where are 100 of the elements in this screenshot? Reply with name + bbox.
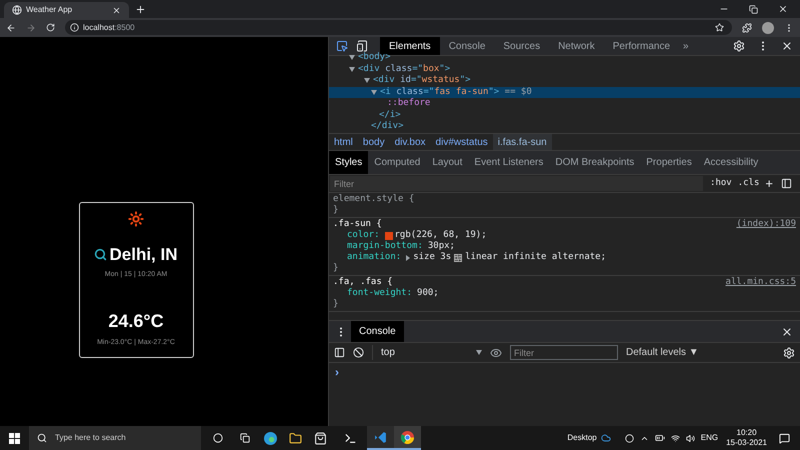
reload-icon[interactable] [46,23,55,32]
rule-selector: .fa-sun { [333,219,382,230]
settings-icon[interactable] [733,40,745,52]
class-toggle[interactable]: .cls [738,176,760,190]
temperature: 24.6°C [108,310,164,333]
search-placeholder: Type here to search [55,432,126,444]
taskbar-search-field[interactable]: Type here to search [29,426,201,450]
styles-tab[interactable]: Event Listeners [468,151,550,174]
property-name: animation: [347,252,402,263]
search-icon [37,433,47,443]
breadcrumb[interactable]: i.fas.fa-sun [492,134,552,150]
property-value: 900; [417,288,439,299]
store-icon[interactable] [314,432,327,444]
dom-node-text: <body> [358,52,391,64]
console-filter-field[interactable]: Filter [510,345,618,360]
hover-toggle[interactable]: :hov [710,176,732,190]
search-icon[interactable] [94,248,108,262]
close-icon[interactable] [781,40,793,52]
wifi-icon[interactable] [670,434,680,442]
close-drawer-icon[interactable] [781,326,793,338]
color-swatch[interactable] [384,232,393,240]
styles-tab[interactable]: Accessibility [698,151,764,174]
styles-filter-field[interactable]: Filter [330,176,704,191]
desktop-toolbar[interactable]: Desktop [567,432,597,444]
address-bar[interactable]: localhost:8500 [65,20,732,35]
cloud-icon[interactable] [600,433,611,443]
cortana-icon[interactable] [213,433,223,443]
chrome-taskbar-button[interactable] [394,426,421,450]
clock[interactable]: 10:20 15-03-2021 [726,428,767,448]
sun-icon [128,211,144,227]
extensions-icon[interactable] [742,22,752,32]
new-rule-button[interactable]: + [765,174,773,194]
devtools-tab[interactable]: Elements [380,37,440,55]
info-icon[interactable] [70,23,79,32]
notifications-icon[interactable] [779,432,790,444]
language-indicator[interactable]: ENG [700,432,718,444]
restore-icon[interactable] [749,5,758,14]
live-expression-icon[interactable] [490,346,502,358]
breadcrumb[interactable]: html [329,134,358,150]
clear-console-icon[interactable] [353,347,364,358]
breadcrumb[interactable]: div.box [390,134,431,150]
close-window-icon[interactable] [778,4,788,14]
close-icon[interactable] [112,6,121,14]
task-view-icon[interactable] [240,433,250,443]
devtools-tab[interactable]: Performance [604,37,680,55]
browser-tab[interactable]: Weather App [4,2,129,18]
edge-browser-icon[interactable] [264,432,277,444]
forward-icon[interactable] [26,22,36,32]
dom-node-text: ::before [387,98,430,110]
dom-node-text: </i> [379,110,401,121]
sidebar-toggle-icon[interactable] [781,178,792,189]
windows-logo-icon[interactable] [9,432,20,444]
code-editor-logo-icon [374,430,387,444]
easing-editor-icon[interactable] [454,254,462,262]
more-tabs[interactable]: » [683,38,689,54]
new-tab-icon[interactable] [135,4,146,15]
source-link[interactable]: (index):109 [736,219,796,230]
source-link[interactable]: all.min.css:5 [726,277,796,288]
chrome-logo-icon [401,430,414,444]
property-value: linear infinite alternate; [465,252,606,263]
dom-node-text: </div> [371,121,404,132]
dropdown-caret-icon[interactable] [476,350,482,355]
console-settings-icon[interactable] [783,346,795,358]
star-icon[interactable] [715,23,724,32]
devtools-tab[interactable]: Console [440,37,494,55]
back-icon[interactable] [6,22,16,32]
avatar[interactable] [762,22,774,34]
devtools-tab[interactable]: Network [549,37,604,55]
breadcrumb[interactable]: div#wstatus [430,134,493,150]
breadcrumb[interactable]: body [358,134,390,150]
dom-node-text: <i class="fas fa-sun"> == $0 [380,86,532,98]
styles-tab[interactable]: Layout [426,151,468,174]
terminal-icon[interactable] [344,432,357,444]
styles-tab[interactable]: Styles [329,151,368,174]
log-levels-dropdown[interactable]: Default levels ▼ [626,345,699,360]
property-name: font-weight: [347,288,412,299]
globe-icon[interactable] [12,5,22,15]
rule-close-brace: } [333,205,338,215]
selected-row[interactable]: <i class="fas fa-sun"> == $0 [329,86,800,98]
expand-arrow-icon[interactable] [406,254,410,260]
code-editor-taskbar-button[interactable] [367,426,394,450]
tray-app-icon[interactable] [624,434,634,442]
url-text: localhost:8500 [83,22,135,34]
inspect-icon[interactable] [336,40,348,52]
drawer-tab[interactable]: Console [351,321,404,342]
folder-icon[interactable] [289,432,302,444]
battery-icon[interactable] [654,433,665,443]
dom-node-text: <div id="wstatus"> [373,75,471,86]
volume-icon[interactable] [686,434,695,442]
styles-tab[interactable]: Properties [640,151,698,174]
property-name: margin-bottom: [347,241,423,252]
console-prompt[interactable]: › [335,365,339,379]
device-toolbar-icon[interactable] [356,40,368,52]
devtools-tab[interactable]: Sources [494,37,550,55]
styles-tab[interactable]: DOM Breakpoints [549,151,640,174]
console-sidebar-icon[interactable] [334,347,345,358]
property-name: color: [347,230,380,241]
context-select[interactable]: top [372,345,482,360]
property-value: 30px; [428,241,455,252]
styles-tab[interactable]: Computed [368,151,426,174]
